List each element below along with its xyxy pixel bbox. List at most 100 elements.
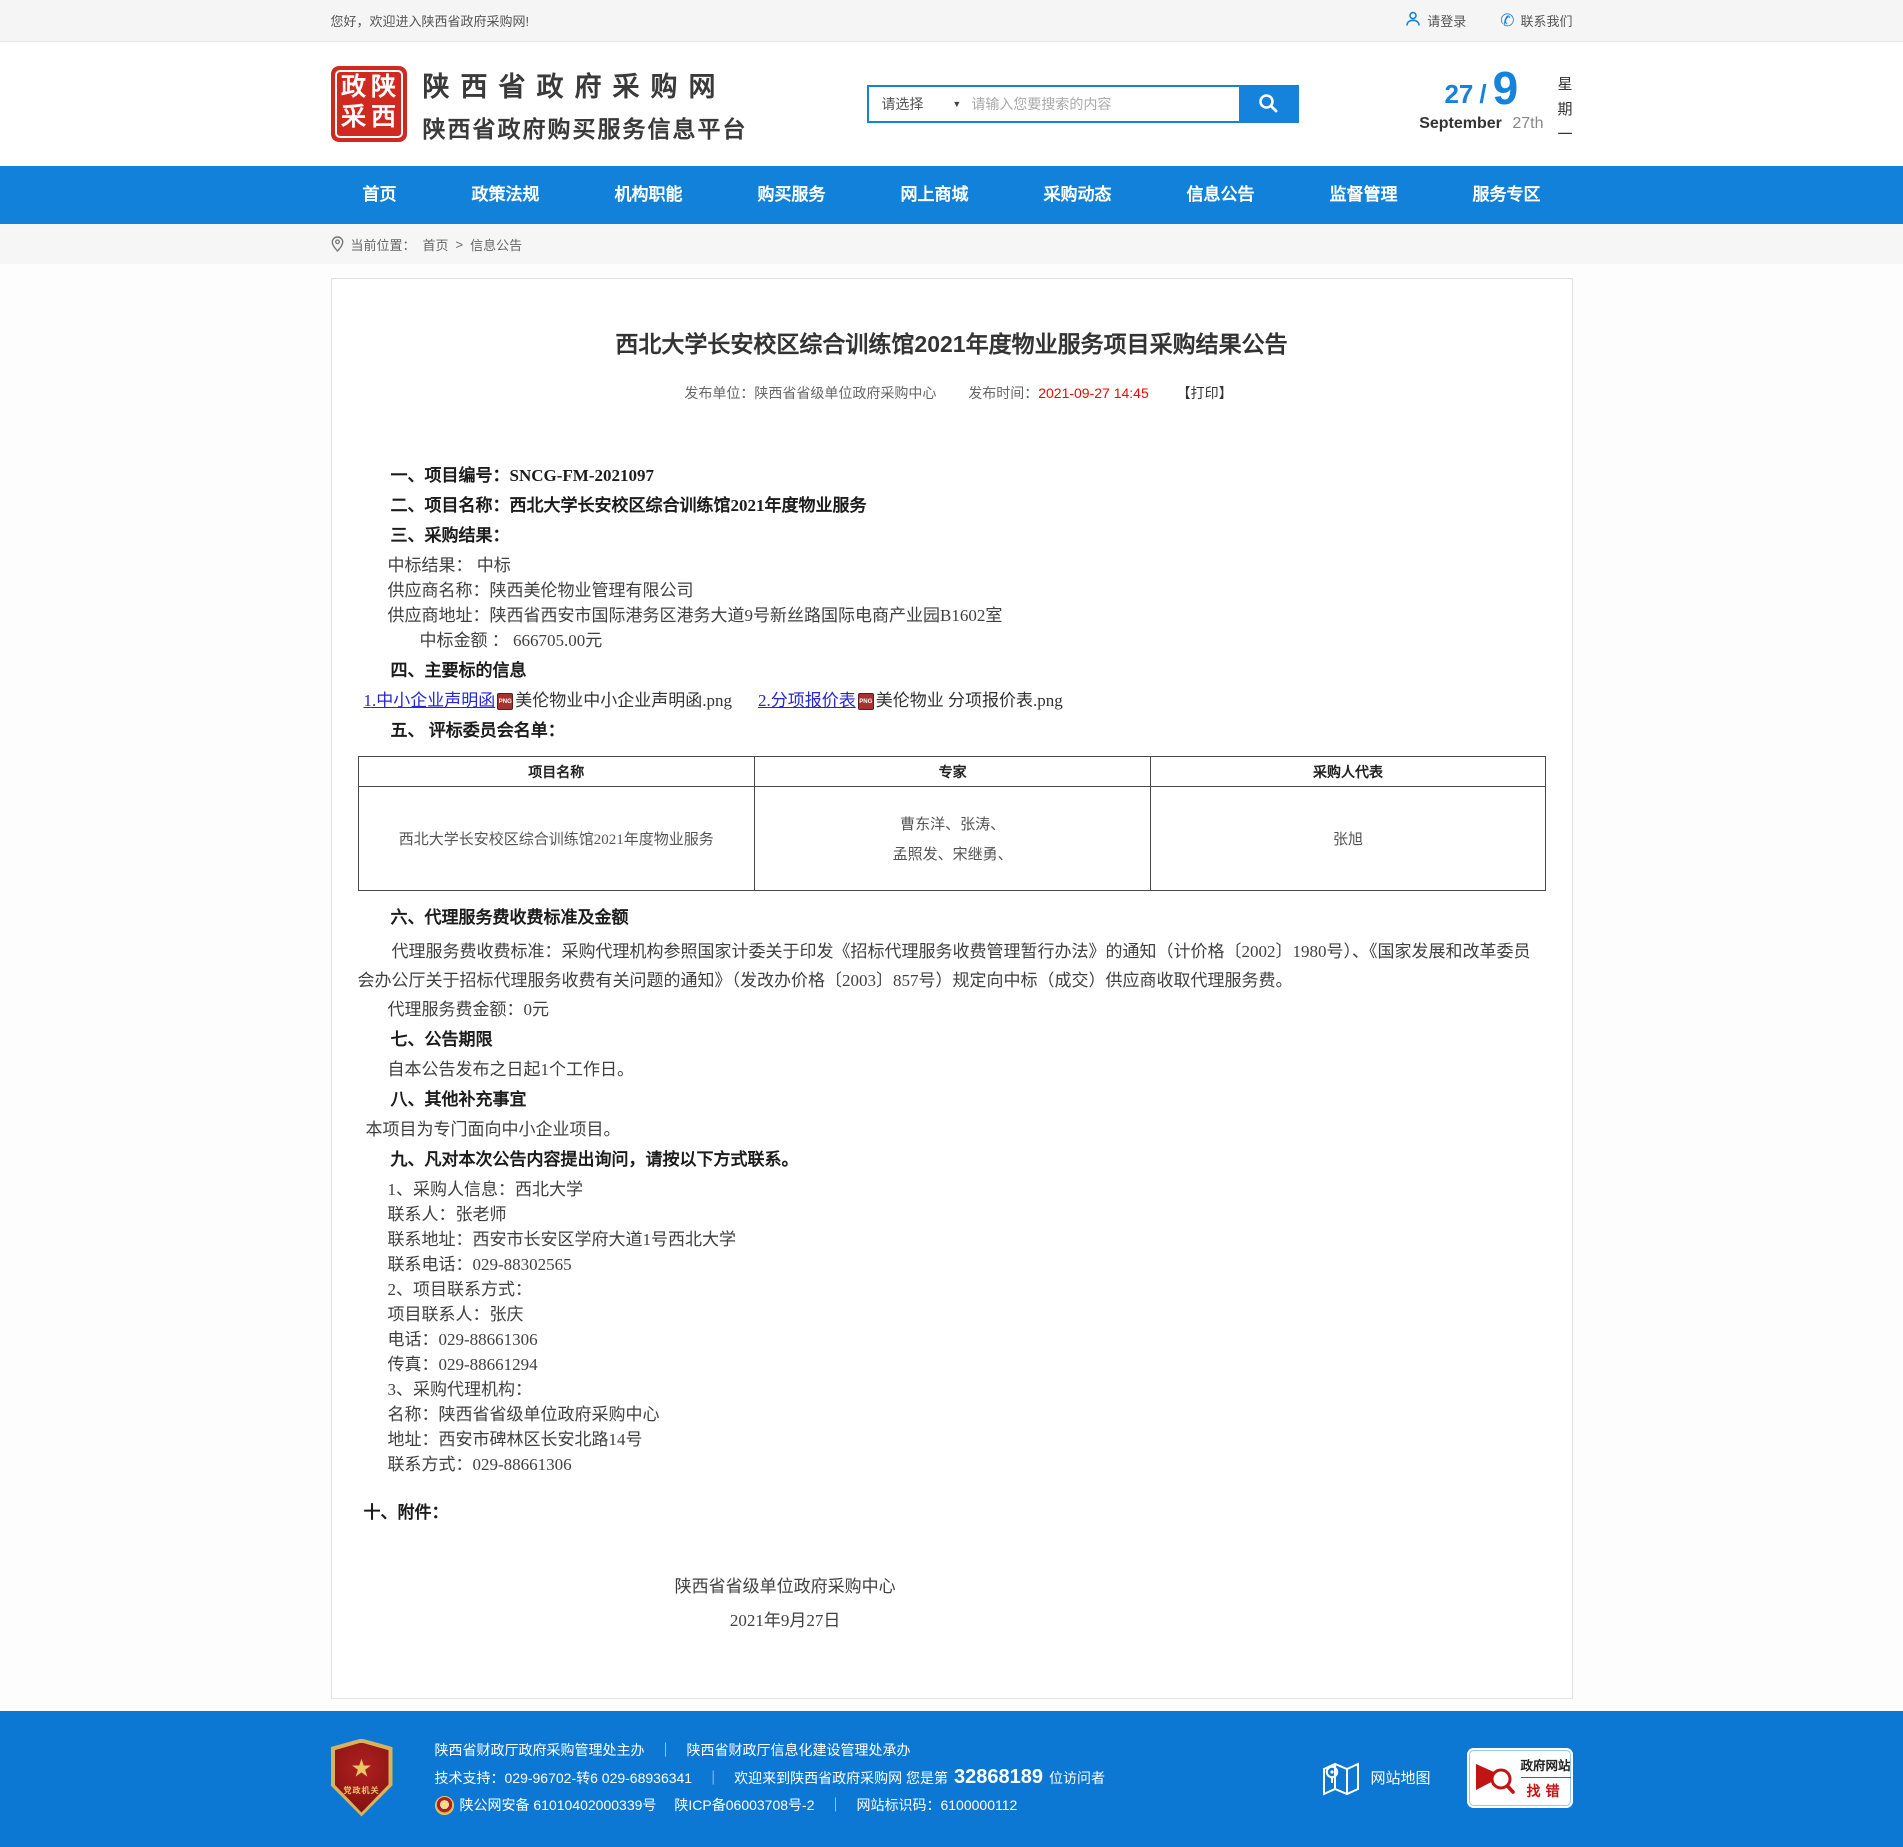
police-record-link[interactable]: 陕公网安备 61010402000339号 bbox=[460, 1795, 657, 1815]
body-line: 一、项目编号：SNCG-FM-2021097 bbox=[358, 465, 1546, 487]
nav-item-0[interactable]: 首页 bbox=[363, 166, 397, 224]
table-header-cell: 项目名称 bbox=[358, 757, 754, 787]
nav-item-5[interactable]: 采购动态 bbox=[1044, 166, 1112, 224]
contact-link[interactable]: ✆ 联系我们 bbox=[1500, 11, 1572, 30]
nav-item-1[interactable]: 政策法规 bbox=[472, 166, 540, 224]
body-line: 八、其他补充事宜 bbox=[358, 1089, 1546, 1111]
body-line: 中标结果： 中标 bbox=[358, 555, 1546, 577]
date-widget: 27 / 9 September 27th 星 期 一 bbox=[1419, 65, 1572, 144]
body-line: 联系人：张老师 bbox=[358, 1204, 1546, 1226]
body-line: 代理服务费收费标准：采购代理机构参照国家计委关于印发《招标代理服务收费管理暂行办… bbox=[358, 937, 1546, 995]
weekday-char: 期 bbox=[1557, 98, 1572, 119]
nav-item-2[interactable]: 机构职能 bbox=[615, 166, 683, 224]
body-line: 五、 评标委员会名单： bbox=[358, 720, 1546, 742]
expert-names: 孟照发、宋继勇、 bbox=[755, 843, 1150, 864]
find-error-flag-icon bbox=[1473, 1757, 1515, 1799]
sitemap-label: 网站地图 bbox=[1370, 1767, 1430, 1788]
breadcrumb-separator: > bbox=[456, 237, 464, 252]
search-input[interactable] bbox=[971, 87, 1239, 121]
logo-char: 陕 bbox=[369, 74, 399, 104]
breadcrumb-bar: 当前位置： 首页 > 信息公告 bbox=[0, 224, 1903, 264]
footer-welcome: 欢迎来到陕西省政府采购网 您是第 bbox=[734, 1768, 948, 1788]
contact-label: 联系我们 bbox=[1520, 11, 1572, 30]
png-file-icon: PNG bbox=[497, 693, 513, 710]
article-body: 一、项目编号：SNCG-FM-2021097二、项目名称：西北大学长安校区综合训… bbox=[358, 465, 1546, 1638]
breadcrumb: 当前位置： 首页 > 信息公告 bbox=[331, 224, 1573, 264]
sign-off-block: 陕西省省级单位政府采购中心2021年9月27日 bbox=[358, 1570, 1213, 1638]
date-month-number: 9 bbox=[1493, 65, 1519, 111]
party-gov-badge-icon: ★ 党政机关 bbox=[331, 1739, 393, 1817]
search-category-select[interactable]: 请选择 ▼ bbox=[869, 87, 971, 121]
footer-separator: ｜ bbox=[659, 1740, 673, 1760]
source-label: 发布单位： bbox=[684, 385, 754, 401]
body-line: 十、附件： bbox=[358, 1502, 1546, 1524]
footer-separator: ｜ bbox=[706, 1768, 720, 1788]
date-weekday: 星 期 一 bbox=[1557, 65, 1572, 144]
footer-line-1: 陕西省财政厅政府采购管理处主办 ｜ 陕西省财政厅信息化建设管理处承办 bbox=[435, 1740, 1322, 1760]
visitor-count: 32868189 bbox=[954, 1766, 1043, 1789]
badge-label: 党政机关 bbox=[344, 1785, 380, 1796]
footer-visitor-suffix: 位访问者 bbox=[1049, 1768, 1105, 1788]
map-icon bbox=[1321, 1759, 1361, 1797]
gov-site-find-error-badge[interactable]: 政府网站 找错 bbox=[1467, 1748, 1573, 1808]
body-line: 三、采购结果： bbox=[358, 525, 1546, 547]
table-row: 西北大学长安校区综合训练馆2021年度物业服务曹东洋、张涛、孟照发、宋继勇、张旭 bbox=[358, 787, 1545, 891]
chevron-down-icon: ▼ bbox=[952, 99, 961, 109]
body-line: 中标金额 ： 666705.00元 bbox=[358, 630, 1546, 652]
nav-item-4[interactable]: 网上商城 bbox=[901, 166, 969, 224]
attachments-line: 1.中小企业声明函PNG美伦物业中小企业声明函.png2.分项报价表PNG美伦物… bbox=[358, 690, 1546, 712]
footer-line-3: 陕公网安备 61010402000339号 陕ICP备06003708号-2 ｜… bbox=[435, 1795, 1322, 1815]
nav-item-8[interactable]: 服务专区 bbox=[1473, 166, 1541, 224]
icp-record-link[interactable]: 陕ICP备06003708号-2 bbox=[674, 1795, 814, 1815]
badge-star-icon: ★ bbox=[352, 1759, 372, 1779]
body-line: 联系方式：029-88661306 bbox=[358, 1454, 1546, 1476]
weekday-char: 一 bbox=[1557, 123, 1572, 144]
brand[interactable]: 政 陕 采 西 陕西省政府采购网 陕西省政府购买服务信息平台 bbox=[331, 65, 748, 144]
breadcrumb-label: 当前位置： bbox=[351, 235, 416, 254]
publish-time: 2021-09-27 14:45 bbox=[1038, 385, 1149, 401]
logo-char: 采 bbox=[339, 104, 369, 134]
body-line: 供应商地址：陕西省西安市国际港务区港务大道9号新丝路国际电商产业园B1602室 bbox=[358, 605, 1546, 627]
attachment-filename: 美伦物业中小企业声明函.png bbox=[515, 690, 732, 712]
breadcrumb-home-link[interactable]: 首页 bbox=[423, 235, 449, 254]
logo-char: 西 bbox=[369, 104, 399, 134]
body-line: 2、项目联系方式： bbox=[358, 1279, 1546, 1301]
user-icon bbox=[1405, 11, 1421, 30]
body-line: 自本公告发布之日起1个工作日。 bbox=[358, 1059, 1546, 1081]
date-slash: / bbox=[1479, 79, 1486, 110]
site-id-code: 网站标识码：6100000112 bbox=[856, 1795, 1017, 1815]
find-error-line2: 找错 bbox=[1521, 1781, 1571, 1801]
footer-separator: ｜ bbox=[828, 1795, 842, 1815]
search-button[interactable] bbox=[1239, 87, 1297, 121]
footer-organizer: 陕西省财政厅政府采购管理处主办 bbox=[435, 1740, 645, 1760]
nav-item-7[interactable]: 监督管理 bbox=[1330, 166, 1398, 224]
project-name-cell: 西北大学长安校区综合训练馆2021年度物业服务 bbox=[358, 787, 754, 891]
search-category-value: 请选择 bbox=[881, 94, 923, 114]
search-icon bbox=[1257, 92, 1279, 117]
find-error-line1: 政府网站 bbox=[1521, 1755, 1571, 1778]
attachment-link[interactable]: 1.中小企业声明函 bbox=[364, 690, 496, 712]
breadcrumb-current: 信息公告 bbox=[470, 235, 522, 254]
weekday-char: 星 bbox=[1557, 73, 1572, 94]
site-logo: 政 陕 采 西 bbox=[331, 66, 407, 142]
time-label: 发布时间： bbox=[968, 385, 1038, 401]
table-header-row: 项目名称专家采购人代表 bbox=[358, 757, 1545, 787]
attachment-link[interactable]: 2.分项报价表 bbox=[758, 690, 856, 712]
sitemap-link[interactable]: 网站地图 bbox=[1321, 1759, 1430, 1797]
body-line: 本项目为专门面向中小企业项目。 bbox=[358, 1119, 1546, 1141]
date-day: 27 bbox=[1444, 79, 1473, 110]
article-card: 西北大学长安校区综合训练馆2021年度物业服务项目采购结果公告 发布单位：陕西省… bbox=[331, 278, 1573, 1699]
print-button[interactable]: 【打印】 bbox=[1177, 385, 1233, 401]
body-line: 地址：西安市碑林区长安北路14号 bbox=[358, 1429, 1546, 1451]
nav-item-6[interactable]: 信息公告 bbox=[1187, 166, 1255, 224]
site-name: 陕西省政府采购网 bbox=[423, 65, 748, 104]
login-label: 请登录 bbox=[1427, 11, 1466, 30]
date-ordinal: 27th bbox=[1512, 115, 1543, 132]
body-line: 六、代理服务费收费标准及金额 bbox=[358, 907, 1546, 929]
police-badge-icon bbox=[435, 1796, 454, 1815]
article-meta: 发布单位：陕西省省级单位政府采购中心 发布时间：2021-09-27 14:45… bbox=[358, 383, 1546, 403]
date-month-name: September bbox=[1419, 115, 1502, 132]
login-link[interactable]: 请登录 bbox=[1405, 11, 1466, 30]
nav-item-3[interactable]: 购买服务 bbox=[758, 166, 826, 224]
png-file-icon: PNG bbox=[858, 693, 874, 710]
